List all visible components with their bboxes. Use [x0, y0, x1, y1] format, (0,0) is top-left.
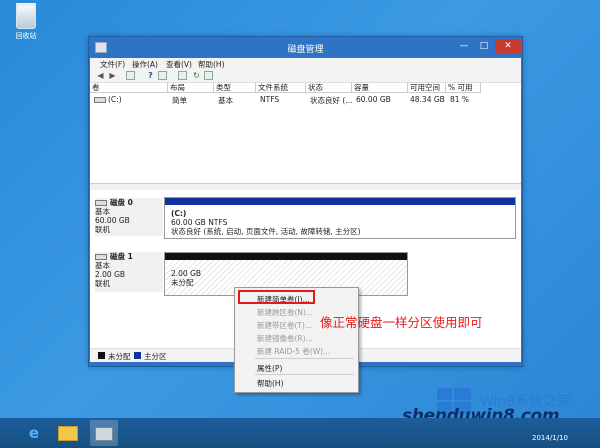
column-header-layout[interactable]: 布局	[168, 83, 214, 93]
menu-separator	[255, 358, 354, 359]
cell-capacity: 60.00 GB	[356, 95, 391, 104]
trash-icon	[16, 3, 36, 29]
column-header-type[interactable]: 类型	[214, 83, 256, 93]
recycle-bin-label: 回收站	[15, 32, 37, 40]
help-icon[interactable]: ?	[146, 71, 155, 80]
taskbar: e	[0, 418, 600, 448]
drive-icon	[94, 95, 109, 104]
cell-type: 基本	[218, 96, 233, 105]
disk-1-type: 基本	[95, 261, 110, 270]
taskbar-ie-button[interactable]: e	[20, 420, 48, 446]
disk-icon	[95, 200, 107, 206]
menu-item-new-raid5-volume: 新建 RAID-5 卷(W)...	[257, 347, 331, 356]
legend-unallocated-label: 未分配	[108, 352, 131, 361]
title-bar[interactable]: 磁盘管理 — □ ✕	[89, 37, 522, 57]
list-icon[interactable]	[126, 71, 135, 80]
column-header-free-space[interactable]: 可用空间	[408, 83, 446, 93]
disk-0-label[interactable]: 磁盘 0 基本 60.00 GB 联机	[95, 198, 163, 236]
taskbar-computer-management-button[interactable]	[90, 420, 118, 446]
primary-partition-bar	[165, 198, 515, 205]
disk-0-type: 基本	[95, 207, 110, 216]
disk-1-name: 磁盘 1	[110, 252, 133, 261]
back-icon[interactable]: ◀	[96, 71, 105, 80]
partition-c-status: 状态良好 (系统, 启动, 页面文件, 活动, 故障转储, 主分区)	[171, 227, 361, 236]
disk-1-size: 2.00 GB	[95, 270, 126, 279]
column-header-filesystem[interactable]: 文件系统	[256, 83, 306, 93]
explorer-icon	[58, 423, 78, 443]
unallocated-size: 2.00 GB	[171, 269, 202, 278]
legend-primary-label: 主分区	[144, 352, 167, 361]
refresh-icon[interactable]: ↻	[192, 71, 201, 80]
menu-item-help[interactable]: 帮助(H)	[257, 378, 284, 389]
properties-icon[interactable]	[158, 71, 167, 80]
menu-item-properties[interactable]: 属性(P)	[257, 363, 282, 374]
cell-layout: 简单	[172, 96, 187, 105]
toolbar: ◀ ▶ ? ↻	[90, 69, 521, 83]
forward-icon[interactable]: ▶	[108, 71, 117, 80]
cell-free-space: 48.34 GB	[410, 95, 445, 104]
highlight-box	[238, 290, 315, 304]
taskbar-explorer-button[interactable]	[54, 420, 82, 446]
close-button[interactable]: ✕	[495, 39, 521, 53]
maximize-button[interactable]: □	[475, 39, 493, 53]
annotation-text: 像正常硬盘一样分区使用即可	[320, 315, 483, 330]
cell-status: 状态良好 (...	[310, 96, 353, 105]
menu-item-new-striped-volume: 新建带区卷(T)...	[257, 321, 313, 330]
disk-0-status: 联机	[95, 225, 110, 234]
column-header-volume[interactable]: 卷	[90, 83, 168, 93]
column-header-percent-free[interactable]: % 可用	[446, 83, 481, 93]
computer-management-icon	[94, 423, 114, 443]
minimize-button[interactable]: —	[455, 39, 473, 53]
ie-icon: e	[28, 424, 40, 442]
view-icon[interactable]	[204, 71, 213, 80]
menu-separator	[255, 374, 354, 375]
disk-0-name: 磁盘 0	[110, 198, 133, 207]
menu-bar: 文件(F) 操作(A) 查看(V) 帮助(H)	[90, 58, 521, 69]
folder-icon[interactable]	[178, 71, 187, 80]
column-header-capacity[interactable]: 容量	[352, 83, 408, 93]
volume-list[interactable]: 卷 布局 类型 文件系统 状态 容量 可用空间 % 可用 (C:) 简单 基本 …	[90, 83, 521, 183]
legend-primary-swatch	[134, 352, 141, 359]
legend-unallocated-swatch	[98, 352, 105, 359]
menu-item-new-mirrored-volume: 新建镜像卷(R)...	[257, 334, 313, 343]
unallocated-bar	[165, 253, 407, 260]
clock-date[interactable]: 2014/1/10	[532, 434, 568, 442]
menu-item-new-spanned-volume: 新建跨区卷(N)...	[257, 308, 314, 317]
partition-c-size: 60.00 GB NTFS	[171, 218, 228, 227]
cell-volume: (C:)	[108, 95, 122, 104]
column-header-status[interactable]: 状态	[306, 83, 352, 93]
recycle-bin-icon[interactable]: 回收站	[8, 3, 44, 41]
partition-c[interactable]: (C:) 60.00 GB NTFS 状态良好 (系统, 启动, 页面文件, 活…	[164, 197, 516, 239]
disk-0-size: 60.00 GB	[95, 216, 130, 225]
disk-icon	[95, 254, 107, 260]
disk-1-label[interactable]: 磁盘 1 基本 2.00 GB 联机	[95, 252, 163, 292]
partition-c-title: (C:)	[171, 209, 187, 218]
unallocated-label: 未分配	[171, 278, 194, 287]
cell-percent-free: 81 %	[450, 95, 470, 104]
cell-filesystem: NTFS	[260, 95, 280, 104]
disk-1-status: 联机	[95, 279, 110, 288]
